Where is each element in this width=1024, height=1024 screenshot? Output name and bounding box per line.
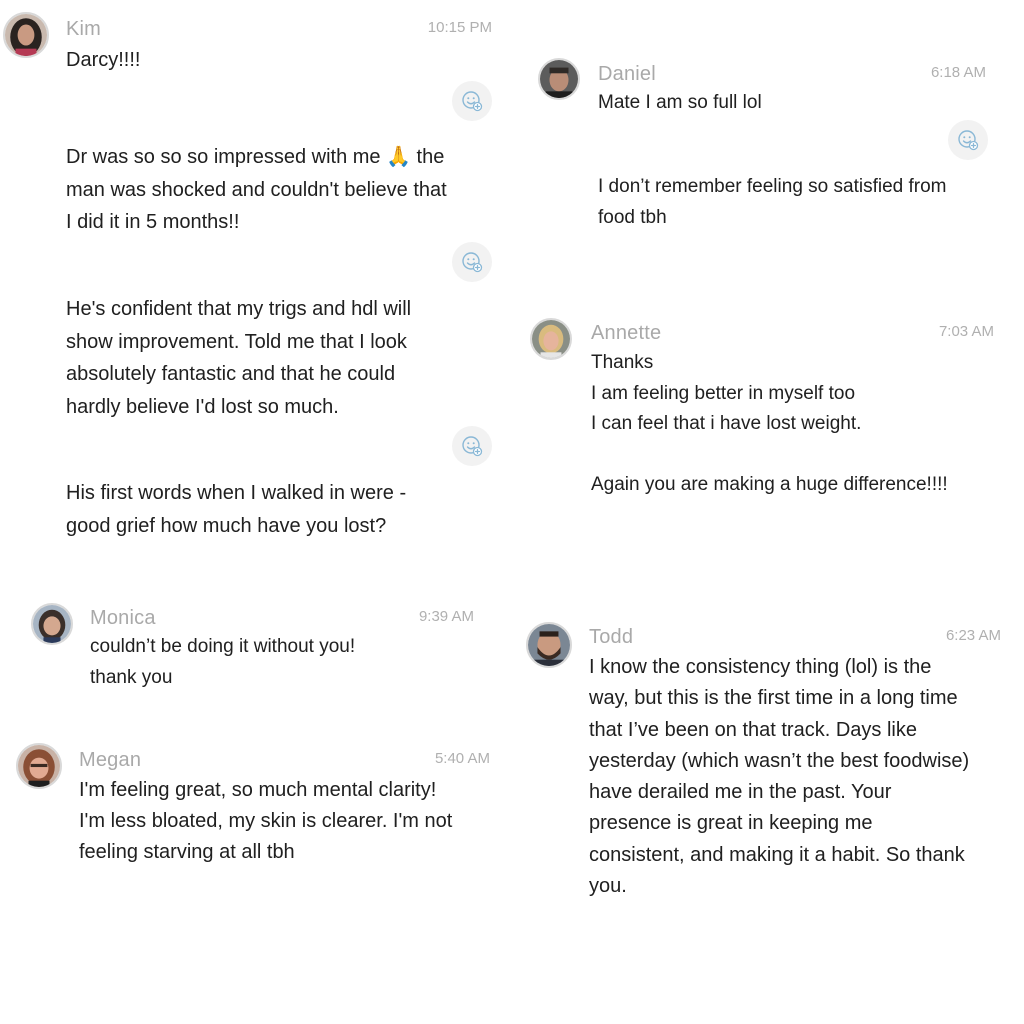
avatar-megan-icon	[18, 745, 60, 787]
avatar[interactable]	[530, 318, 572, 360]
add-reaction-icon	[460, 250, 484, 274]
message-text: couldn’t be doing it without you! thank …	[90, 636, 356, 688]
message-monica: Monica 9:39 AM couldn’t be doing it with…	[0, 590, 512, 720]
message-text: Dr was so so so impressed with me 🙏 the …	[66, 146, 447, 233]
timestamp: 6:18 AM	[930, 64, 986, 81]
message-kim: Kim 10:15 PM Darcy!!!! Dr was so so so i…	[0, 0, 512, 560]
message-text: I know the consistency thing (lol) is th…	[589, 656, 970, 898]
add-reaction-button[interactable]	[452, 242, 492, 282]
sender-name: Megan	[79, 749, 142, 771]
add-reaction-button[interactable]	[452, 426, 492, 466]
avatar-kim-icon	[5, 14, 47, 56]
message-text: Mate I am so full lol	[598, 92, 762, 113]
avatar[interactable]	[3, 12, 49, 58]
timestamp: 5:40 AM	[434, 750, 490, 767]
add-reaction-button[interactable]	[452, 81, 492, 121]
message-todd: Todd 6:23 AM I know the consistency thin…	[512, 610, 1024, 910]
timestamp: 9:39 AM	[418, 608, 474, 625]
message-daniel: Daniel 6:18 AM Mate I am so full lol I d…	[512, 0, 1024, 300]
avatar[interactable]	[31, 603, 73, 645]
avatar[interactable]	[16, 743, 62, 789]
sender-name: Daniel	[598, 63, 656, 85]
timestamp: 7:03 AM	[938, 323, 994, 340]
sender-name: Kim	[66, 18, 102, 40]
avatar-todd-icon	[528, 624, 570, 666]
timestamp: 6:23 AM	[945, 627, 1001, 644]
sender-name: Monica	[90, 607, 156, 629]
avatar-monica-icon	[33, 605, 71, 643]
timestamp: 10:15 PM	[427, 19, 492, 36]
message-annette: Annette 7:03 AM Thanks I am feeling bett…	[512, 300, 1024, 520]
message-text: Thanks I am feeling better in myself too…	[591, 352, 948, 495]
avatar[interactable]	[538, 58, 580, 100]
sender-name: Todd	[589, 626, 634, 648]
add-reaction-icon	[460, 434, 484, 458]
add-reaction-icon	[956, 128, 980, 152]
avatar-daniel-icon	[540, 60, 578, 98]
message-text: Darcy!!!!	[66, 49, 141, 71]
message-text: I'm feeling great, so much mental clarit…	[79, 779, 453, 863]
add-reaction-icon	[460, 89, 484, 113]
message-text: He's confident that my trigs and hdl wil…	[66, 298, 412, 418]
add-reaction-button[interactable]	[948, 120, 988, 160]
message-text: I don’t remember feeling so satisfied fr…	[598, 176, 947, 228]
avatar[interactable]	[526, 622, 572, 668]
sender-name: Annette	[591, 322, 662, 344]
message-megan: Megan 5:40 AM I'm feeling great, so much…	[0, 735, 512, 895]
avatar-annette-icon	[532, 320, 570, 358]
message-text: His first words when I walked in were - …	[66, 482, 407, 537]
